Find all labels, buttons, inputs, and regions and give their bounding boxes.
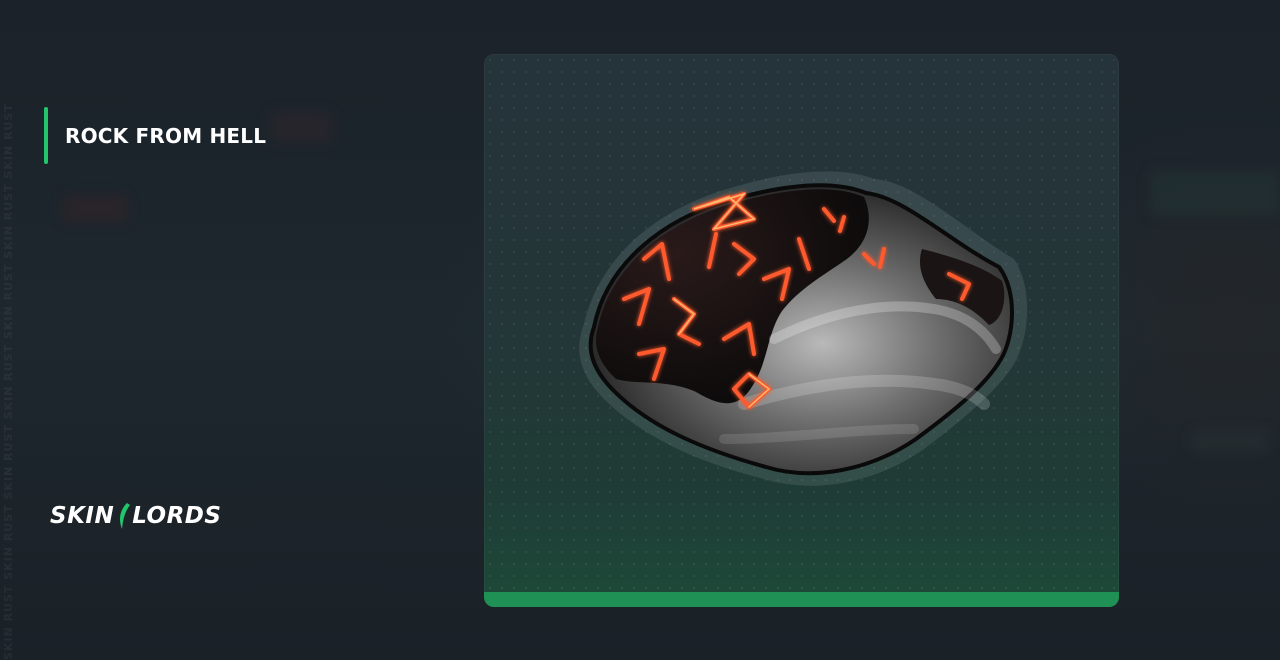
background-blur-shape	[1150, 170, 1280, 216]
item-title-block: ROCK FROM HELL	[44, 107, 266, 164]
panel-bottom-bar	[484, 592, 1119, 607]
side-watermark: SKIN RUST SKIN RUST SKIN RUST SKIN RUST …	[2, 0, 16, 660]
green-slash-icon	[120, 503, 131, 529]
rock-from-hell-image	[579, 171, 1028, 486]
title-accent-bar	[44, 107, 48, 164]
background-blur-shape	[62, 196, 128, 222]
background-blur-shape	[270, 112, 332, 142]
item-preview-panel	[484, 54, 1119, 607]
skinlords-logo: SKIN LORDS	[50, 498, 221, 534]
side-watermark-text: SKIN RUST SKIN RUST SKIN RUST SKIN RUST …	[2, 103, 15, 660]
background-blur-shape	[1190, 430, 1270, 452]
item-title: ROCK FROM HELL	[65, 123, 267, 148]
logo-text-left: SKIN	[50, 503, 115, 529]
logo-text-right: LORDS	[132, 503, 222, 529]
